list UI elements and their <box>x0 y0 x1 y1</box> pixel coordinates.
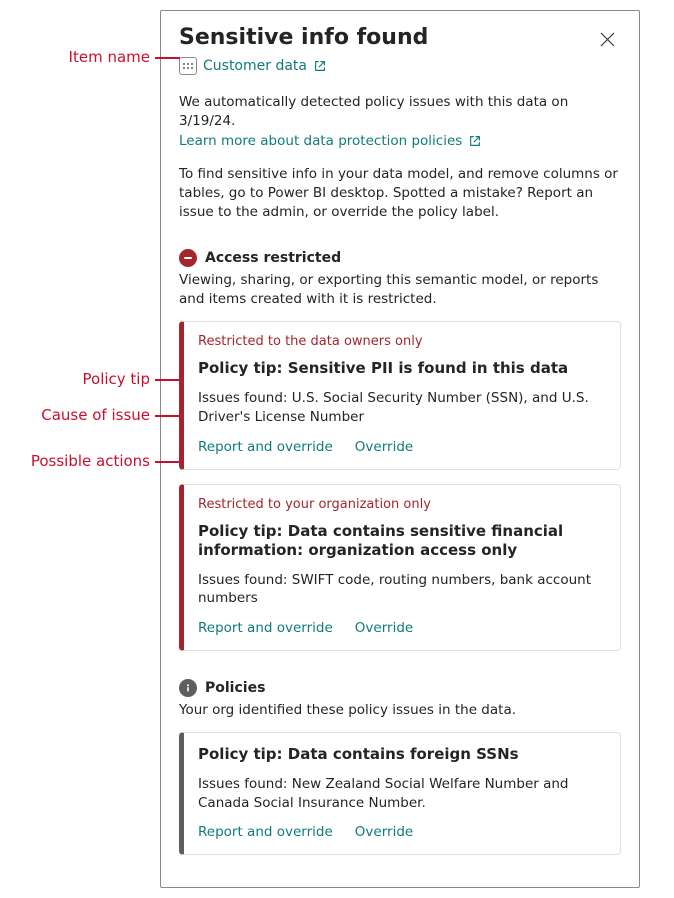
policy-card: Restricted to your organization only Pol… <box>179 484 621 652</box>
restricted-icon <box>179 249 197 267</box>
detection-text: We automatically detected policy issues … <box>179 93 621 131</box>
policy-tip-title: Policy tip: Data contains foreign SSNs <box>198 745 606 765</box>
dataset-icon <box>179 57 197 75</box>
override-button[interactable]: Override <box>355 620 413 636</box>
policy-tip-title: Policy tip: Sensitive PII is found in th… <box>198 359 606 379</box>
issues-text: Issues found: New Zealand Social Welfare… <box>198 775 606 813</box>
callout-item-name: Item name <box>69 48 150 66</box>
restriction-label: Restricted to the data owners only <box>198 334 606 349</box>
sensitive-info-dialog: Sensitive info found Customer data We au… <box>160 10 640 888</box>
policy-tip-title: Policy tip: Data contains sensitive fina… <box>198 522 606 561</box>
guidance-text: To find sensitive info in your data mode… <box>179 165 621 222</box>
report-override-button[interactable]: Report and override <box>198 620 333 636</box>
callout-cause: Cause of issue <box>41 406 150 424</box>
policies-heading: Policies <box>205 680 265 696</box>
item-link[interactable]: Customer data <box>203 58 327 74</box>
override-button[interactable]: Override <box>355 439 413 455</box>
learn-more-link[interactable]: Learn more about data protection policie… <box>179 133 482 149</box>
close-button[interactable] <box>593 25 621 53</box>
dialog-title: Sensitive info found <box>179 25 428 50</box>
policy-card: Restricted to the data owners only Polic… <box>179 321 621 469</box>
info-icon <box>179 679 197 697</box>
callout-actions: Possible actions <box>31 452 150 470</box>
report-override-button[interactable]: Report and override <box>198 824 333 840</box>
close-icon <box>600 32 615 47</box>
external-link-icon <box>468 134 482 148</box>
restricted-heading: Access restricted <box>205 250 341 266</box>
external-link-icon <box>313 59 327 73</box>
callout-column: Item name Policy tip Cause of issue Poss… <box>10 10 160 888</box>
restricted-desc: Viewing, sharing, or exporting this sema… <box>179 271 621 309</box>
report-override-button[interactable]: Report and override <box>198 439 333 455</box>
restriction-label: Restricted to your organization only <box>198 497 606 512</box>
issues-text: Issues found: U.S. Social Security Numbe… <box>198 389 606 427</box>
policies-desc: Your org identified these policy issues … <box>179 701 621 720</box>
callout-policy-tip: Policy tip <box>83 370 151 388</box>
override-button[interactable]: Override <box>355 824 413 840</box>
issues-text: Issues found: SWIFT code, routing number… <box>198 571 606 609</box>
item-name: Customer data <box>203 58 307 74</box>
